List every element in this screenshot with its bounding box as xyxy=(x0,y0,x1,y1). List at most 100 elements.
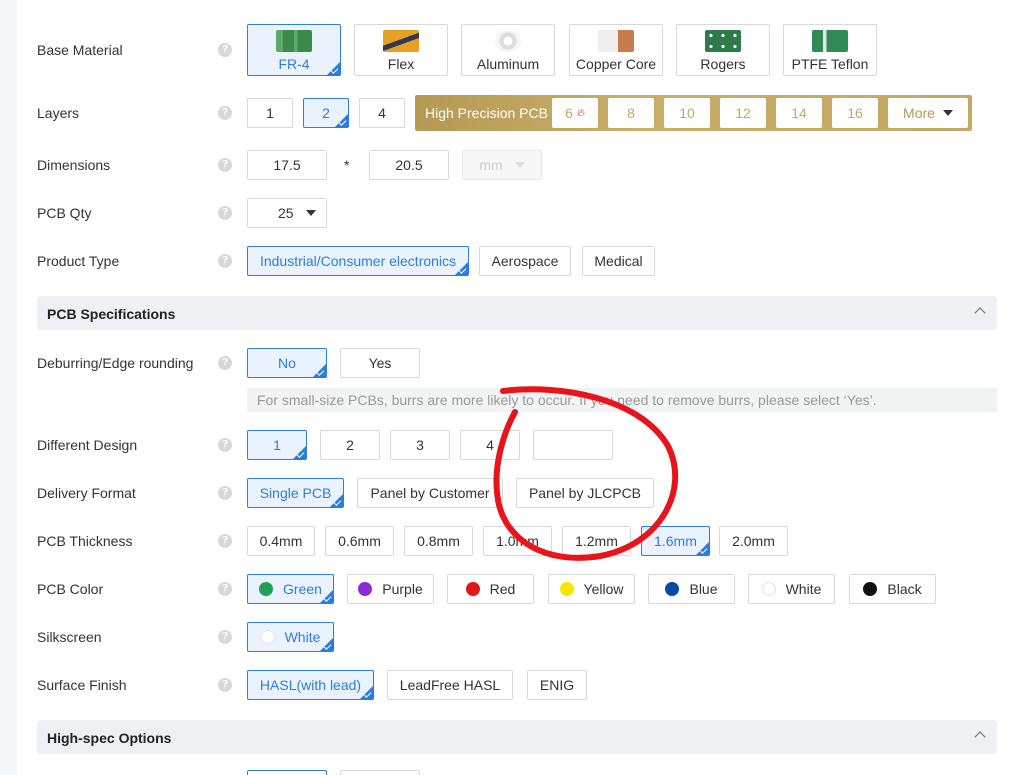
deburring-label: Deburring/Edge rounding xyxy=(37,355,194,371)
material-rogers-button[interactable]: Rogers xyxy=(676,24,770,76)
layers-2-button[interactable]: 2 xyxy=(303,98,349,128)
blue-swatch-icon xyxy=(665,582,680,596)
design-custom-input[interactable] xyxy=(533,430,613,460)
color-purple-button[interactable]: Purple xyxy=(347,574,434,604)
section-title: PCB Specifications xyxy=(47,306,176,322)
product-type-industrial-button[interactable]: Industrial/Consumer electronics xyxy=(247,246,469,276)
layers-label: Layers xyxy=(37,105,80,121)
white-swatch-icon xyxy=(260,630,275,644)
thickness-0.6-button[interactable]: 0.6mm xyxy=(325,526,394,556)
material-aluminum-button[interactable]: Aluminum xyxy=(461,24,555,76)
thickness-0.8-button[interactable]: 0.8mm xyxy=(404,526,473,556)
delivery-single-pcb-button[interactable]: Single PCB xyxy=(247,478,344,508)
high-spec-option-button[interactable] xyxy=(247,770,327,775)
red-swatch-icon xyxy=(465,582,480,596)
product-type-aerospace-button[interactable]: Aerospace xyxy=(479,246,571,276)
design-2-button[interactable]: 2 xyxy=(320,430,380,460)
base-material-label: Base Material xyxy=(37,42,123,58)
dimension-separator: * xyxy=(344,157,350,173)
dimensions-label: Dimensions xyxy=(37,157,111,173)
high-precision-pcb-label: High Precision PCB xyxy=(425,105,548,121)
different-design-label: Different Design xyxy=(37,437,138,453)
section-title: High-spec Options xyxy=(47,730,172,746)
chevron-up-icon xyxy=(974,731,986,743)
color-white-button[interactable]: White xyxy=(748,574,835,604)
material-fr4-button[interactable]: FR-4 xyxy=(247,24,341,76)
layers-more-dropdown[interactable]: More xyxy=(888,98,968,128)
flex-board-icon xyxy=(383,30,419,52)
deburring-note: For small-size PCBs, burrs are more like… xyxy=(247,388,997,412)
delivery-format-label: Delivery Format xyxy=(37,485,136,501)
product-type-medical-button[interactable]: Medical xyxy=(582,246,655,276)
thickness-1.0-button[interactable]: 1.0mm xyxy=(483,526,552,556)
color-yellow-button[interactable]: Yellow xyxy=(548,574,635,604)
thickness-1.2-button[interactable]: 1.2mm xyxy=(562,526,631,556)
help-icon[interactable]: ? xyxy=(218,206,232,220)
layers-1-button[interactable]: 1 xyxy=(247,98,293,128)
material-copper-core-button[interactable]: Copper Core xyxy=(569,24,663,76)
thickness-2.0-button[interactable]: 2.0mm xyxy=(719,526,788,556)
white-swatch-icon xyxy=(761,582,776,596)
layers-16-button[interactable]: 16 xyxy=(832,98,878,128)
thickness-0.4-button[interactable]: 0.4mm xyxy=(247,526,315,556)
hot-fire-icon: 🔥︎ xyxy=(576,106,585,119)
help-icon[interactable]: ? xyxy=(218,630,232,644)
help-icon[interactable]: ? xyxy=(218,534,232,548)
design-1-button[interactable]: 1 xyxy=(247,430,307,460)
copper-core-board-icon xyxy=(598,30,634,52)
help-icon[interactable]: ? xyxy=(218,158,232,172)
delivery-panel-by-jlcpcb-button[interactable]: Panel by JLCPCB xyxy=(516,478,654,508)
finish-hasl-lead-button[interactable]: HASL(with lead) xyxy=(247,670,374,700)
help-icon[interactable]: ? xyxy=(218,43,232,57)
design-3-button[interactable]: 3 xyxy=(390,430,450,460)
yellow-swatch-icon xyxy=(559,582,574,596)
high-spec-option-button[interactable] xyxy=(340,770,420,775)
chevron-up-icon xyxy=(974,307,986,319)
dimension-unit-select[interactable]: mm xyxy=(462,150,542,180)
ptfe-board-icon xyxy=(812,30,848,52)
layers-4-button[interactable]: 4 xyxy=(359,98,405,128)
finish-enig-button[interactable]: ENIG xyxy=(527,670,587,700)
layers-10-button[interactable]: 10 xyxy=(664,98,710,128)
delivery-panel-by-customer-button[interactable]: Panel by Customer xyxy=(357,478,503,508)
silkscreen-white-button[interactable]: White xyxy=(247,622,334,652)
chevron-down-icon xyxy=(514,162,525,168)
design-4-button[interactable]: 4 xyxy=(460,430,520,460)
pcb-specifications-section-header[interactable]: PCB Specifications xyxy=(37,296,997,330)
help-icon[interactable]: ? xyxy=(218,678,232,692)
surface-finish-label: Surface Finish xyxy=(37,677,127,693)
color-green-button[interactable]: Green xyxy=(247,574,334,604)
black-swatch-icon xyxy=(863,582,878,596)
color-red-button[interactable]: Red xyxy=(447,574,534,604)
material-ptfe-teflon-button[interactable]: PTFE Teflon xyxy=(783,24,877,76)
thickness-1.6-button[interactable]: 1.6mm xyxy=(641,526,710,556)
help-icon[interactable]: ? xyxy=(218,356,232,370)
rogers-board-icon xyxy=(705,30,741,52)
high-spec-options-section-header[interactable]: High-spec Options xyxy=(37,720,997,754)
material-flex-button[interactable]: Flex xyxy=(354,24,448,76)
chevron-down-icon xyxy=(942,110,953,116)
help-icon[interactable]: ? xyxy=(218,254,232,268)
help-icon[interactable]: ? xyxy=(218,582,232,596)
dimension-height-input[interactable]: 20.5 xyxy=(369,150,449,180)
help-icon[interactable]: ? xyxy=(218,486,232,500)
dimension-width-input[interactable]: 17.5 xyxy=(247,150,327,180)
layers-12-button[interactable]: 12 xyxy=(720,98,766,128)
pcb-color-label: PCB Color xyxy=(37,581,104,597)
chevron-down-icon xyxy=(305,210,316,216)
layers-8-button[interactable]: 8 xyxy=(608,98,654,128)
deburring-yes-button[interactable]: Yes xyxy=(340,348,420,378)
color-blue-button[interactable]: Blue xyxy=(648,574,735,604)
high-precision-pcb-bar: High Precision PCB 6 🔥︎ 8 10 12 14 16 Mo… xyxy=(415,95,972,131)
green-swatch-icon xyxy=(259,582,274,596)
layers-6-button[interactable]: 6 🔥︎ xyxy=(552,98,598,128)
deburring-no-button[interactable]: No xyxy=(247,348,327,378)
color-black-button[interactable]: Black xyxy=(849,574,936,604)
finish-leadfree-hasl-button[interactable]: LeadFree HASL xyxy=(387,670,513,700)
product-type-label: Product Type xyxy=(37,253,120,269)
pcb-qty-select[interactable]: 25 xyxy=(247,198,327,228)
help-icon[interactable]: ? xyxy=(218,106,232,120)
layers-14-button[interactable]: 14 xyxy=(776,98,822,128)
pcb-qty-label: PCB Qty xyxy=(37,205,92,221)
help-icon[interactable]: ? xyxy=(218,438,232,452)
